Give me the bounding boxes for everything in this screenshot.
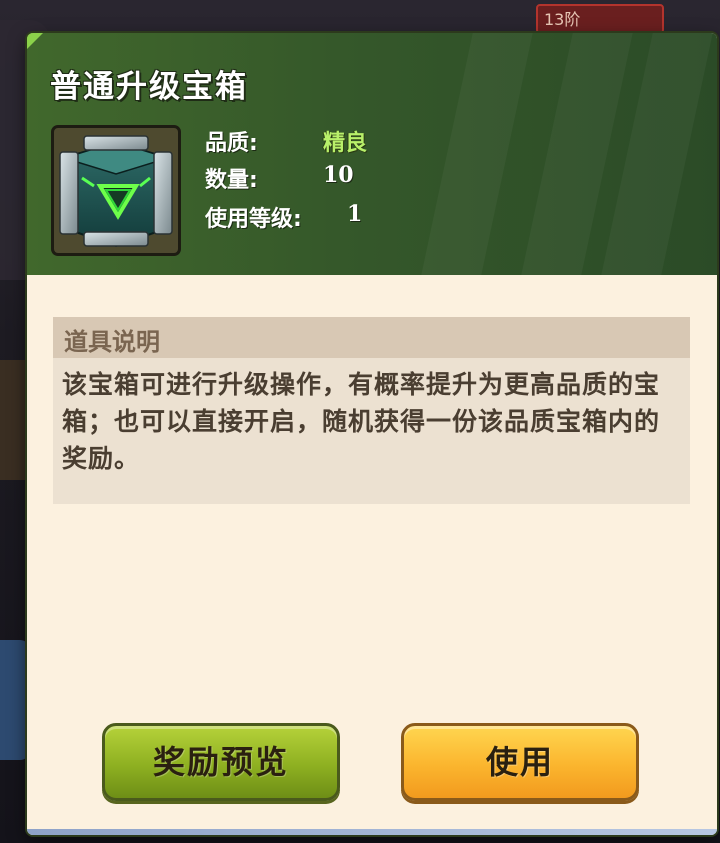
reward-preview-button[interactable]: 奖励预览: [102, 723, 340, 801]
description-box: 该宝箱可进行升级操作，有概率提升为更高品质的宝箱；也可以直接开启，随机获得一份该…: [53, 358, 690, 504]
item-title: 普通升级宝箱: [50, 69, 248, 105]
description-text: 该宝箱可进行升级操作，有概率提升为更高品质的宝箱；也可以直接开启，随机获得一份该…: [62, 370, 661, 473]
use-button[interactable]: 使用: [401, 723, 639, 801]
quality-value: 精良: [323, 131, 368, 156]
description-heading: 道具说明: [64, 328, 160, 356]
header-corner-accent: [27, 33, 43, 49]
background-panel: [0, 640, 30, 760]
quantity-label: 数量:: [205, 168, 258, 193]
header-decoration: [421, 33, 533, 275]
use-level-value: 1: [347, 201, 363, 227]
item-info-dialog: 普通升级宝箱 品质: 精良 数量: 10 使用等级: 1 道具说明 该宝箱可进行…: [27, 33, 717, 835]
quality-label: 品质:: [205, 131, 258, 156]
dialog-bottom-edge: [27, 829, 717, 835]
use-level-label: 使用等级:: [205, 207, 302, 232]
dialog-header: 普通升级宝箱 品质: 精良 数量: 10 使用等级: 1: [27, 33, 717, 275]
quantity-value: 10: [323, 162, 354, 188]
description-heading-bar: 道具说明: [53, 317, 690, 358]
item-icon-frame: [51, 125, 181, 256]
rank-badge: 13阶: [536, 4, 664, 34]
upgrade-chest-icon: [59, 135, 173, 248]
